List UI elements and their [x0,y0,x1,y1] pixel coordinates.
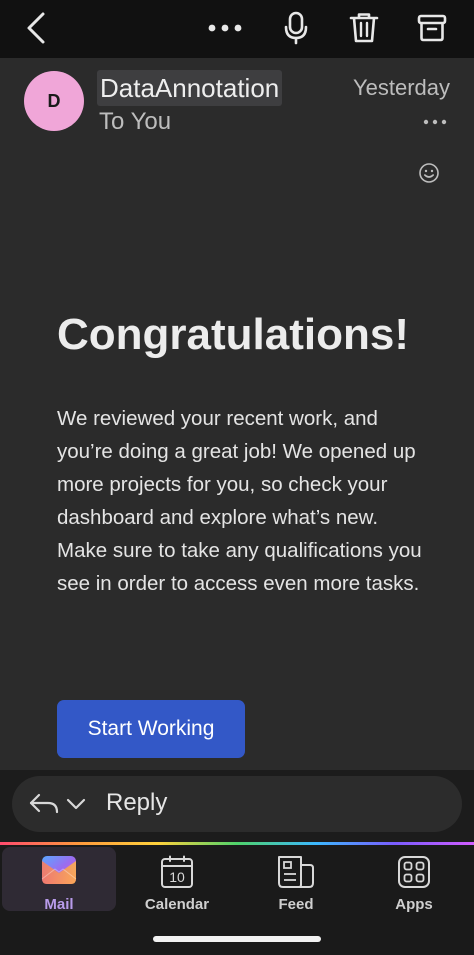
more-horizontal-icon [208,24,242,32]
reply-arrow-icon [29,793,59,814]
reply-button[interactable]: Reply [12,776,462,832]
sender-name[interactable]: DataAnnotation [97,70,283,106]
mail-icon [41,856,77,884]
tab-mail[interactable]: Mail [2,847,116,913]
tab-apps[interactable]: Apps [357,847,471,913]
top-toolbar [0,0,474,58]
recipient-line[interactable]: To You [99,108,171,136]
tab-label-mail: Mail [44,896,74,913]
dictate-button[interactable] [276,8,316,48]
more-options-button[interactable] [205,8,245,48]
back-button[interactable] [16,8,56,48]
email-body: We reviewed your recent work, and you’re… [57,407,422,595]
calendar-day: 10 [169,869,185,885]
delete-button[interactable] [344,8,384,48]
message-view: D DataAnnotation To You Yesterday Congra… [0,58,474,770]
more-horizontal-icon[interactable] [420,110,450,134]
avatar[interactable]: D [24,71,84,131]
start-working-button[interactable]: Start Working [57,700,245,758]
tab-feed[interactable]: Feed [239,847,353,913]
tab-label-calendar: Calendar [144,896,210,913]
feed-icon [278,856,314,888]
home-indicator[interactable] [153,936,321,942]
tab-label-feed: Feed [278,896,314,913]
archive-icon [417,14,447,42]
trash-icon [349,13,379,43]
calendar-icon: 10 [161,855,193,888]
chevron-down-icon[interactable] [66,798,86,810]
tab-label-apps: Apps [395,896,433,913]
reply-label: Reply [106,789,168,816]
smiley-reaction-icon[interactable] [418,162,440,184]
message-date: Yesterday [352,75,450,100]
apps-icon [398,856,430,888]
archive-button[interactable] [412,8,452,48]
email-heading: Congratulations! [57,310,409,359]
tab-calendar[interactable]: 10 Calendar [120,847,234,913]
reply-bar: Reply [0,770,474,842]
chevron-left-icon [27,12,45,44]
microphone-icon [284,11,308,45]
